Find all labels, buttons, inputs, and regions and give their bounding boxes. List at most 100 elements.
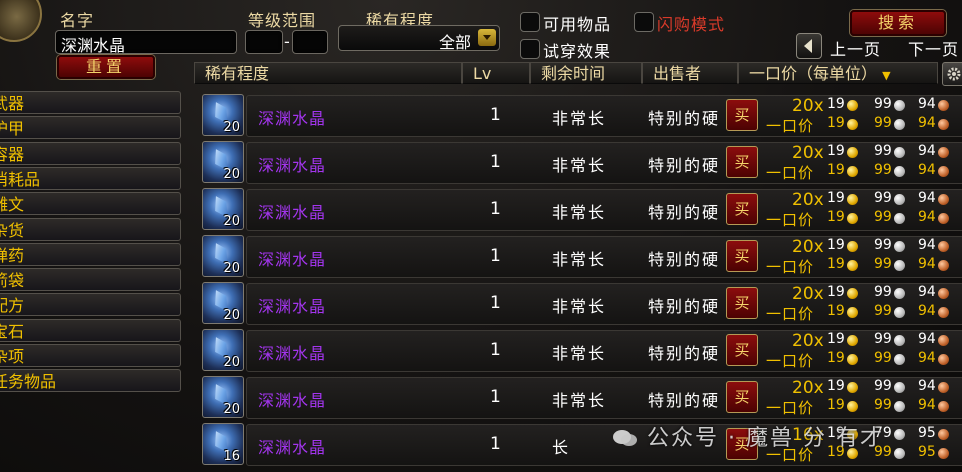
name-input[interactable]: 深渊水晶 xyxy=(55,30,237,55)
silver-coin-icon xyxy=(894,194,905,205)
buyout-copper-amount: 94 xyxy=(918,115,936,131)
auction-row[interactable]: 20 深渊水晶 1 非常长 特别的硬买 20x 一口价 19 99 94 19 99 94 xyxy=(194,93,962,137)
buyout-label: 一口价 xyxy=(766,117,815,135)
prev-page-label[interactable]: 上一页 xyxy=(830,36,881,60)
item-name[interactable]: 深渊水晶 xyxy=(258,293,326,317)
abyss-crystal-icon[interactable]: 20 xyxy=(202,94,244,136)
column-header-buyout[interactable]: 一口价（每单位） ▼ xyxy=(738,62,938,84)
usable-items-checkbox[interactable] xyxy=(520,12,540,32)
bid-silver-amount: 99 xyxy=(874,143,892,159)
category-item[interactable]: 护甲 xyxy=(0,116,181,140)
try-on-label: 试穿效果 xyxy=(543,42,612,61)
abyss-crystal-icon[interactable]: 20 xyxy=(202,282,244,324)
auction-row[interactable]: 20 深渊水晶 1 非常长 特别的硬买 20x 一口价 19 99 94 19 99 94 xyxy=(194,375,962,419)
item-name[interactable]: 深渊水晶 xyxy=(258,434,326,458)
buy-button[interactable]: 买 xyxy=(726,334,758,366)
abyss-crystal-icon[interactable]: 20 xyxy=(202,329,244,371)
item-level: 1 xyxy=(490,152,501,172)
buyout-copper-amount: 94 xyxy=(918,303,936,319)
try-on-checkbox[interactable] xyxy=(520,39,540,59)
gold-coin-icon xyxy=(847,100,858,111)
buyout-silver-amount: 99 xyxy=(874,303,892,319)
item-name[interactable]: 深渊水晶 xyxy=(258,105,326,129)
category-item[interactable]: 容器 xyxy=(0,141,181,165)
buy-button[interactable]: 买 xyxy=(726,287,758,319)
buyout-copper-amount: 94 xyxy=(918,256,936,272)
category-item-label: 箭袋 xyxy=(0,271,25,291)
auction-row[interactable]: 20 深渊水晶 1 非常长 特别的硬买 20x 一口价 19 99 94 19 99 94 xyxy=(194,328,962,372)
silver-coin-icon xyxy=(894,307,905,318)
rarity-dropdown[interactable]: 全部 xyxy=(338,25,500,52)
category-item-label: 弹药 xyxy=(0,245,25,265)
bid-copper-amount: 94 xyxy=(918,96,936,112)
buy-button[interactable]: 买 xyxy=(726,240,758,272)
next-page-label[interactable]: 下一页 xyxy=(908,36,959,60)
buyout-gold-amount: 19 xyxy=(827,256,845,272)
category-item[interactable]: 箭袋 xyxy=(0,268,181,292)
auction-row[interactable]: 20 深渊水晶 1 非常长 特别的硬买 20x 一口价 19 99 94 19 99 94 xyxy=(194,281,962,325)
copper-coin-icon xyxy=(938,100,949,111)
abyss-crystal-icon[interactable]: 20 xyxy=(202,141,244,183)
item-name[interactable]: 深渊水晶 xyxy=(258,246,326,270)
portrait-ornament xyxy=(0,0,42,42)
reset-button[interactable]: 重置 xyxy=(57,55,155,79)
category-item[interactable]: 杂项 xyxy=(0,344,181,367)
gold-coin-icon xyxy=(847,401,858,412)
bid-silver-amount: 99 xyxy=(874,284,892,300)
category-item-label: 武器 xyxy=(0,94,25,113)
level-range-separator: - xyxy=(284,32,290,51)
column-header-level[interactable]: Lv xyxy=(462,62,530,84)
auction-row[interactable]: 20 深渊水晶 1 非常长 特别的硬买 20x 一口价 19 99 94 19 99 94 xyxy=(194,234,962,278)
category-item[interactable]: 武器 xyxy=(0,91,181,114)
search-button[interactable]: 搜索 xyxy=(850,10,946,36)
buyout-label: 一口价 xyxy=(766,305,815,323)
flash-mode-checkbox[interactable] xyxy=(634,12,654,32)
category-item[interactable]: 弹药 xyxy=(0,242,181,266)
auction-row[interactable]: 20 深渊水晶 1 非常长 特别的硬买 20x 一口价 19 99 94 19 99 94 xyxy=(194,187,962,231)
prev-page-arrow-icon[interactable] xyxy=(796,33,822,59)
buy-button[interactable]: 买 xyxy=(726,193,758,225)
abyss-crystal-icon[interactable]: 16 xyxy=(202,423,244,465)
buy-button[interactable]: 买 xyxy=(726,99,758,131)
copper-coin-icon xyxy=(938,354,949,365)
abyss-crystal-icon[interactable]: 20 xyxy=(202,188,244,230)
category-item[interactable]: 消耗品 xyxy=(0,166,181,190)
category-item-label: 容器 xyxy=(0,144,25,164)
gear-icon[interactable] xyxy=(942,62,962,86)
abyss-crystal-icon[interactable]: 20 xyxy=(202,235,244,277)
auction-row[interactable]: 20 深渊水晶 1 非常长 特别的硬买 20x 一口价 19 99 94 19 99 94 xyxy=(194,140,962,184)
silver-coin-icon xyxy=(894,260,905,271)
buy-button[interactable]: 买 xyxy=(726,146,758,178)
copper-coin-icon xyxy=(938,241,949,252)
column-header-rarity[interactable]: 稀有程度 xyxy=(194,62,462,84)
item-name[interactable]: 深渊水晶 xyxy=(258,340,326,364)
buyout-gold-amount: 19 xyxy=(827,162,845,178)
level-min-input[interactable] xyxy=(245,30,283,54)
bid-gold-amount: 19 xyxy=(827,96,845,112)
copper-coin-icon xyxy=(938,166,949,177)
item-name[interactable]: 深渊水晶 xyxy=(258,387,326,411)
category-item[interactable]: 宝石 xyxy=(0,318,181,342)
item-level: 1 xyxy=(490,105,501,125)
item-name[interactable]: 深渊水晶 xyxy=(258,152,326,176)
bid-gold-amount: 19 xyxy=(827,331,845,347)
sort-arrow-icon: ▼ xyxy=(882,69,891,82)
time-left: 非常长 xyxy=(552,250,607,269)
category-item[interactable]: 配方 xyxy=(0,293,181,317)
dropdown-arrow-icon[interactable] xyxy=(478,29,496,46)
time-left: 非常长 xyxy=(552,391,607,410)
column-header-seller[interactable]: 出售者 xyxy=(642,62,738,84)
level-max-input[interactable] xyxy=(292,30,328,54)
seller-name: 特别的硬 xyxy=(648,250,721,269)
time-left: 长 xyxy=(552,438,571,457)
buy-button[interactable]: 买 xyxy=(726,381,758,413)
gold-coin-icon xyxy=(847,382,858,393)
flash-mode-label: 闪购模式 xyxy=(657,15,726,34)
abyss-crystal-icon[interactable]: 20 xyxy=(202,376,244,418)
column-header-time-left[interactable]: 剩余时间 xyxy=(530,62,642,84)
category-item[interactable]: 任务物品 xyxy=(0,369,181,393)
item-name[interactable]: 深渊水晶 xyxy=(258,199,326,223)
category-item[interactable]: 雕文 xyxy=(0,192,181,216)
category-item[interactable]: 杂货 xyxy=(0,217,181,241)
item-level: 1 xyxy=(490,199,501,219)
